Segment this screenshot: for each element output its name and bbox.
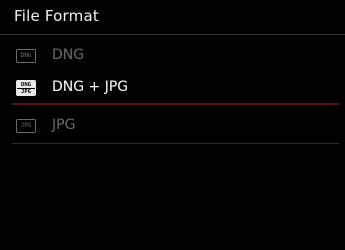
- row-divider: [12, 143, 339, 144]
- option-label: DNG: [52, 47, 85, 63]
- page-title: File Format: [14, 7, 99, 25]
- dng-icon-text: DNG: [20, 52, 32, 59]
- option-label: JPG: [52, 117, 76, 133]
- file-format-screen: File Format DNG DNG DNG JPG DNG + JPG JP…: [0, 0, 345, 250]
- title-divider: [0, 34, 345, 35]
- selection-underline: [12, 103, 339, 105]
- option-dng[interactable]: DNG DNG: [0, 38, 345, 74]
- dng-jpg-icon-bottom: JPG: [17, 87, 35, 95]
- option-jpg[interactable]: JPG JPG: [0, 108, 345, 144]
- jpg-icon: JPG: [16, 119, 36, 133]
- option-label: DNG + JPG: [52, 79, 129, 95]
- jpg-icon-text: JPG: [20, 122, 32, 129]
- dng-jpg-icon: DNG JPG: [16, 80, 36, 96]
- dng-icon: DNG: [16, 49, 36, 63]
- option-dng-jpg[interactable]: DNG JPG DNG + JPG: [0, 70, 345, 106]
